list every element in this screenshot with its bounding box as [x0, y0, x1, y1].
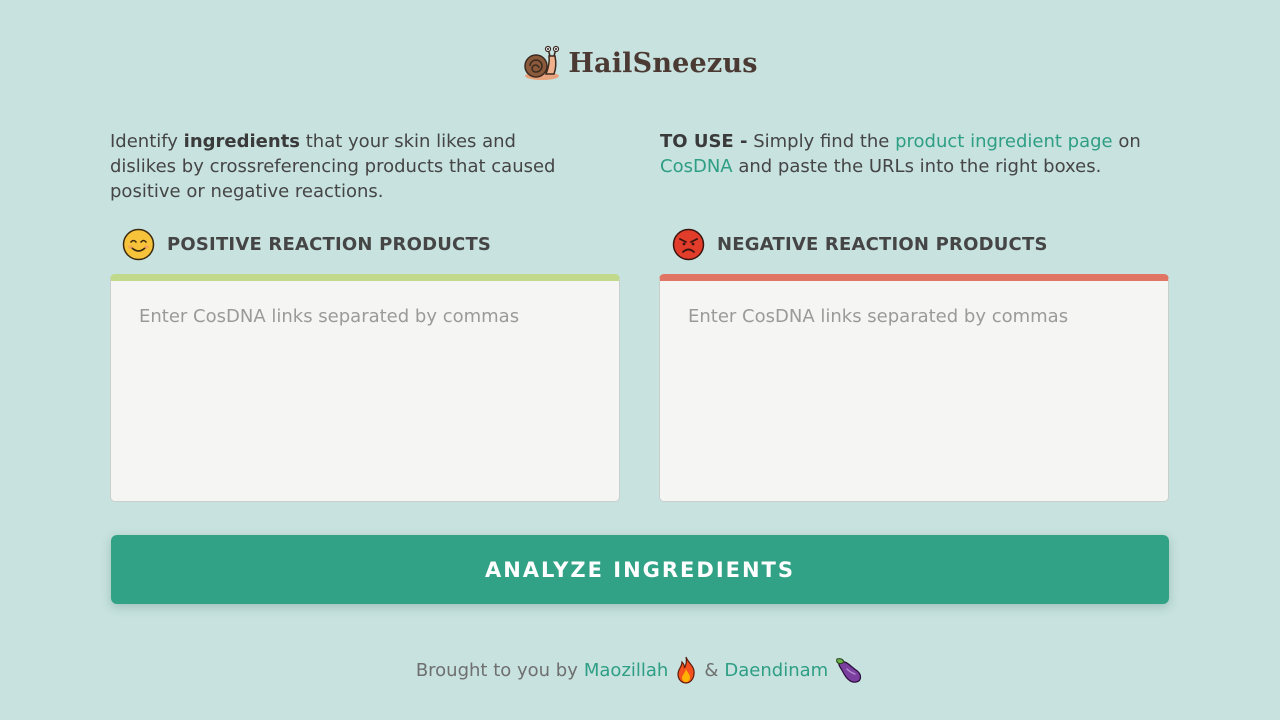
- product-ingredient-page-link[interactable]: product ingredient page: [895, 131, 1113, 152]
- positive-section-label: POSITIVE REACTION PRODUCTS: [122, 228, 491, 261]
- fire-icon: [677, 656, 695, 684]
- angry-face-icon: [672, 228, 705, 261]
- positive-input-box: [110, 274, 620, 502]
- negative-products-input[interactable]: [660, 281, 1168, 501]
- footer-separator: &: [704, 659, 719, 681]
- eggplant-icon: [836, 658, 862, 683]
- negative-section-label: NEGATIVE REACTION PRODUCTS: [672, 228, 1048, 261]
- intro-prefix: Identify: [110, 131, 184, 152]
- usage-text-1: Simply find the: [747, 131, 896, 152]
- negative-input-box: [659, 274, 1169, 502]
- footer-prefix: Brought to you by: [415, 659, 578, 681]
- usage-text-3: and paste the URLs into the right boxes.: [732, 156, 1102, 177]
- intro-bold: ingredients: [183, 131, 301, 152]
- intro-description: Identify ingredients that your skin like…: [110, 129, 580, 204]
- usage-instructions: TO USE - Simply find the product ingredi…: [660, 129, 1160, 179]
- usage-text-2: on: [1112, 131, 1141, 152]
- author-daendinam-link[interactable]: Daendinam: [724, 660, 828, 681]
- cosdna-link[interactable]: CosDNA: [660, 156, 733, 177]
- usage-label: TO USE -: [660, 131, 748, 152]
- positive-products-input[interactable]: [111, 281, 619, 501]
- positive-label-text: POSITIVE REACTION PRODUCTS: [167, 234, 492, 255]
- analyze-ingredients-button[interactable]: ANALYZE INGREDIENTS: [111, 535, 1169, 604]
- negative-label-text: NEGATIVE REACTION PRODUCTS: [717, 234, 1048, 255]
- snail-icon: [524, 45, 560, 80]
- brand-title: HailSneezus: [568, 47, 758, 79]
- author-maozillah-link[interactable]: Maozillah: [584, 660, 668, 681]
- footer-credits: Brought to you by Maozillah & Daendinam: [0, 656, 1280, 684]
- smiling-face-icon: [122, 228, 155, 261]
- page: HailSneezus Identify ingredients that yo…: [0, 0, 1280, 720]
- brand-header: HailSneezus: [0, 44, 1280, 82]
